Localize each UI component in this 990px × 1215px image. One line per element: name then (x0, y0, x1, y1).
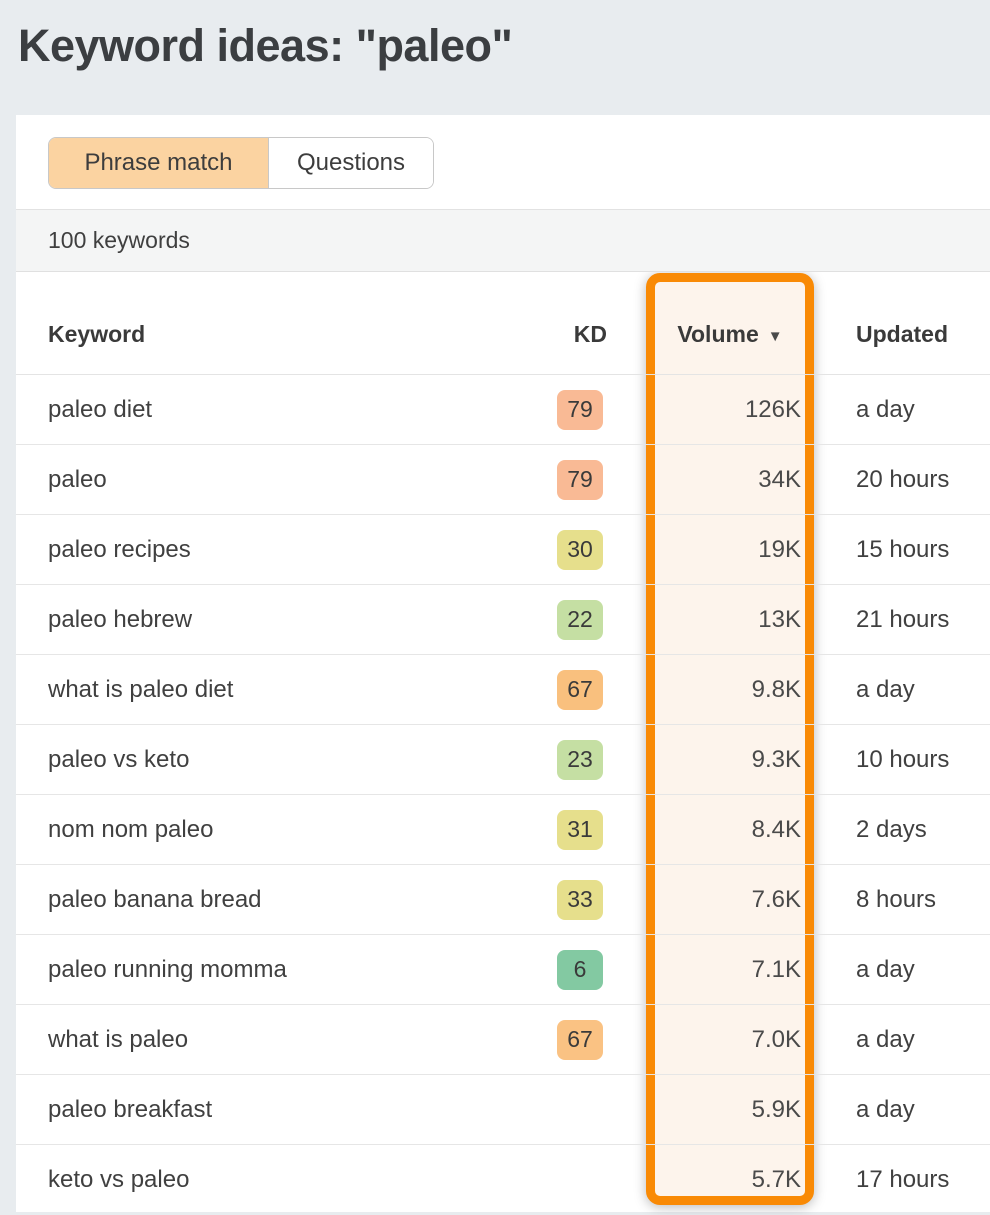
updated-cell: a day (840, 1005, 990, 1074)
volume-cell: 7.6K (646, 865, 814, 934)
keyword-count-bar: 100 keywords (16, 209, 990, 272)
page-title: Keyword ideas: "paleo" (18, 20, 512, 72)
keyword-cell: paleo vs keto (48, 725, 503, 794)
updated-cell: a day (840, 935, 990, 1004)
kd-cell: 79 (503, 445, 607, 514)
sort-caret-down-icon: ▼ (768, 328, 783, 345)
volume-cell: 34K (646, 445, 814, 514)
kd-cell: 6 (503, 935, 607, 1004)
table-row: paleo diet 79 126K a day (16, 375, 990, 445)
updated-cell: 21 hours (840, 585, 990, 654)
keyword-cell: paleo breakfast (48, 1075, 503, 1144)
column-header-volume-label: Volume (677, 321, 758, 348)
keywords-table: Keyword KD Volume ▼ Updated paleo diet 7… (16, 272, 990, 1215)
volume-cell: 8.4K (646, 795, 814, 864)
keyword-cell: paleo diet (48, 375, 503, 444)
kd-badge: 23 (557, 740, 603, 780)
updated-cell: a day (840, 1075, 990, 1144)
table-row: paleo banana bread 33 7.6K 8 hours (16, 865, 990, 935)
table-row: paleo breakfast 5.9K a day (16, 1075, 990, 1145)
keyword-cell: paleo (48, 445, 503, 514)
keyword-cell: what is paleo (48, 1005, 503, 1074)
column-header-volume[interactable]: Volume ▼ (646, 272, 814, 374)
volume-cell: 19K (646, 515, 814, 584)
kd-cell: 30 (503, 515, 607, 584)
table-row: what is paleo diet 67 9.8K a day (16, 655, 990, 725)
keyword-cell: paleo hebrew (48, 585, 503, 654)
tab-questions[interactable]: Questions (269, 138, 433, 188)
volume-cell: 5.9K (646, 1075, 814, 1144)
keyword-cell: paleo recipes (48, 515, 503, 584)
updated-cell: 10 hours (840, 725, 990, 794)
kd-cell: 22 (503, 585, 607, 654)
updated-cell: 2 days (840, 795, 990, 864)
table-row: keto vs paleo 5.7K 17 hours (16, 1145, 990, 1215)
updated-cell: 17 hours (840, 1145, 990, 1215)
kd-badge: 33 (557, 880, 603, 920)
keywords-card: Phrase match Questions 100 keywords Keyw… (16, 115, 990, 1212)
kd-badge: 79 (557, 460, 603, 500)
kd-cell (503, 1145, 607, 1215)
table-header-row: Keyword KD Volume ▼ Updated (16, 272, 990, 375)
volume-cell: 9.8K (646, 655, 814, 724)
kd-badge: 30 (557, 530, 603, 570)
kd-cell: 67 (503, 655, 607, 724)
kd-badge: 6 (557, 950, 603, 990)
column-header-updated[interactable]: Updated (840, 272, 990, 374)
kd-badge: 67 (557, 1020, 603, 1060)
updated-cell: a day (840, 655, 990, 724)
updated-cell: a day (840, 375, 990, 444)
kd-badge: 67 (557, 670, 603, 710)
keyword-cell: what is paleo diet (48, 655, 503, 724)
table-row: nom nom paleo 31 8.4K 2 days (16, 795, 990, 865)
kd-cell: 31 (503, 795, 607, 864)
volume-cell: 126K (646, 375, 814, 444)
keyword-cell: nom nom paleo (48, 795, 503, 864)
kd-cell: 33 (503, 865, 607, 934)
table-row: what is paleo 67 7.0K a day (16, 1005, 990, 1075)
kd-cell: 79 (503, 375, 607, 444)
updated-cell: 8 hours (840, 865, 990, 934)
table-row: paleo running momma 6 7.1K a day (16, 935, 990, 1005)
updated-cell: 15 hours (840, 515, 990, 584)
keyword-count: 100 keywords (48, 227, 190, 254)
kd-badge: 79 (557, 390, 603, 430)
volume-cell: 5.7K (646, 1145, 814, 1215)
kd-cell: 23 (503, 725, 607, 794)
tab-phrase-match[interactable]: Phrase match (49, 138, 269, 188)
table-row: paleo hebrew 22 13K 21 hours (16, 585, 990, 655)
table-row: paleo 79 34K 20 hours (16, 445, 990, 515)
volume-cell: 13K (646, 585, 814, 654)
keyword-cell: paleo banana bread (48, 865, 503, 934)
updated-cell: 20 hours (840, 445, 990, 514)
kd-cell: 67 (503, 1005, 607, 1074)
keyword-cell: paleo running momma (48, 935, 503, 1004)
volume-cell: 7.0K (646, 1005, 814, 1074)
kd-cell (503, 1075, 607, 1144)
table-row: paleo vs keto 23 9.3K 10 hours (16, 725, 990, 795)
kd-badge: 22 (557, 600, 603, 640)
keyword-cell: keto vs paleo (48, 1145, 503, 1215)
volume-cell: 7.1K (646, 935, 814, 1004)
table-row: paleo recipes 30 19K 15 hours (16, 515, 990, 585)
volume-cell: 9.3K (646, 725, 814, 794)
column-header-kd[interactable]: KD (503, 272, 607, 374)
column-header-keyword[interactable]: Keyword (48, 272, 503, 374)
kd-badge: 31 (557, 810, 603, 850)
match-type-tabs: Phrase match Questions (48, 137, 434, 189)
